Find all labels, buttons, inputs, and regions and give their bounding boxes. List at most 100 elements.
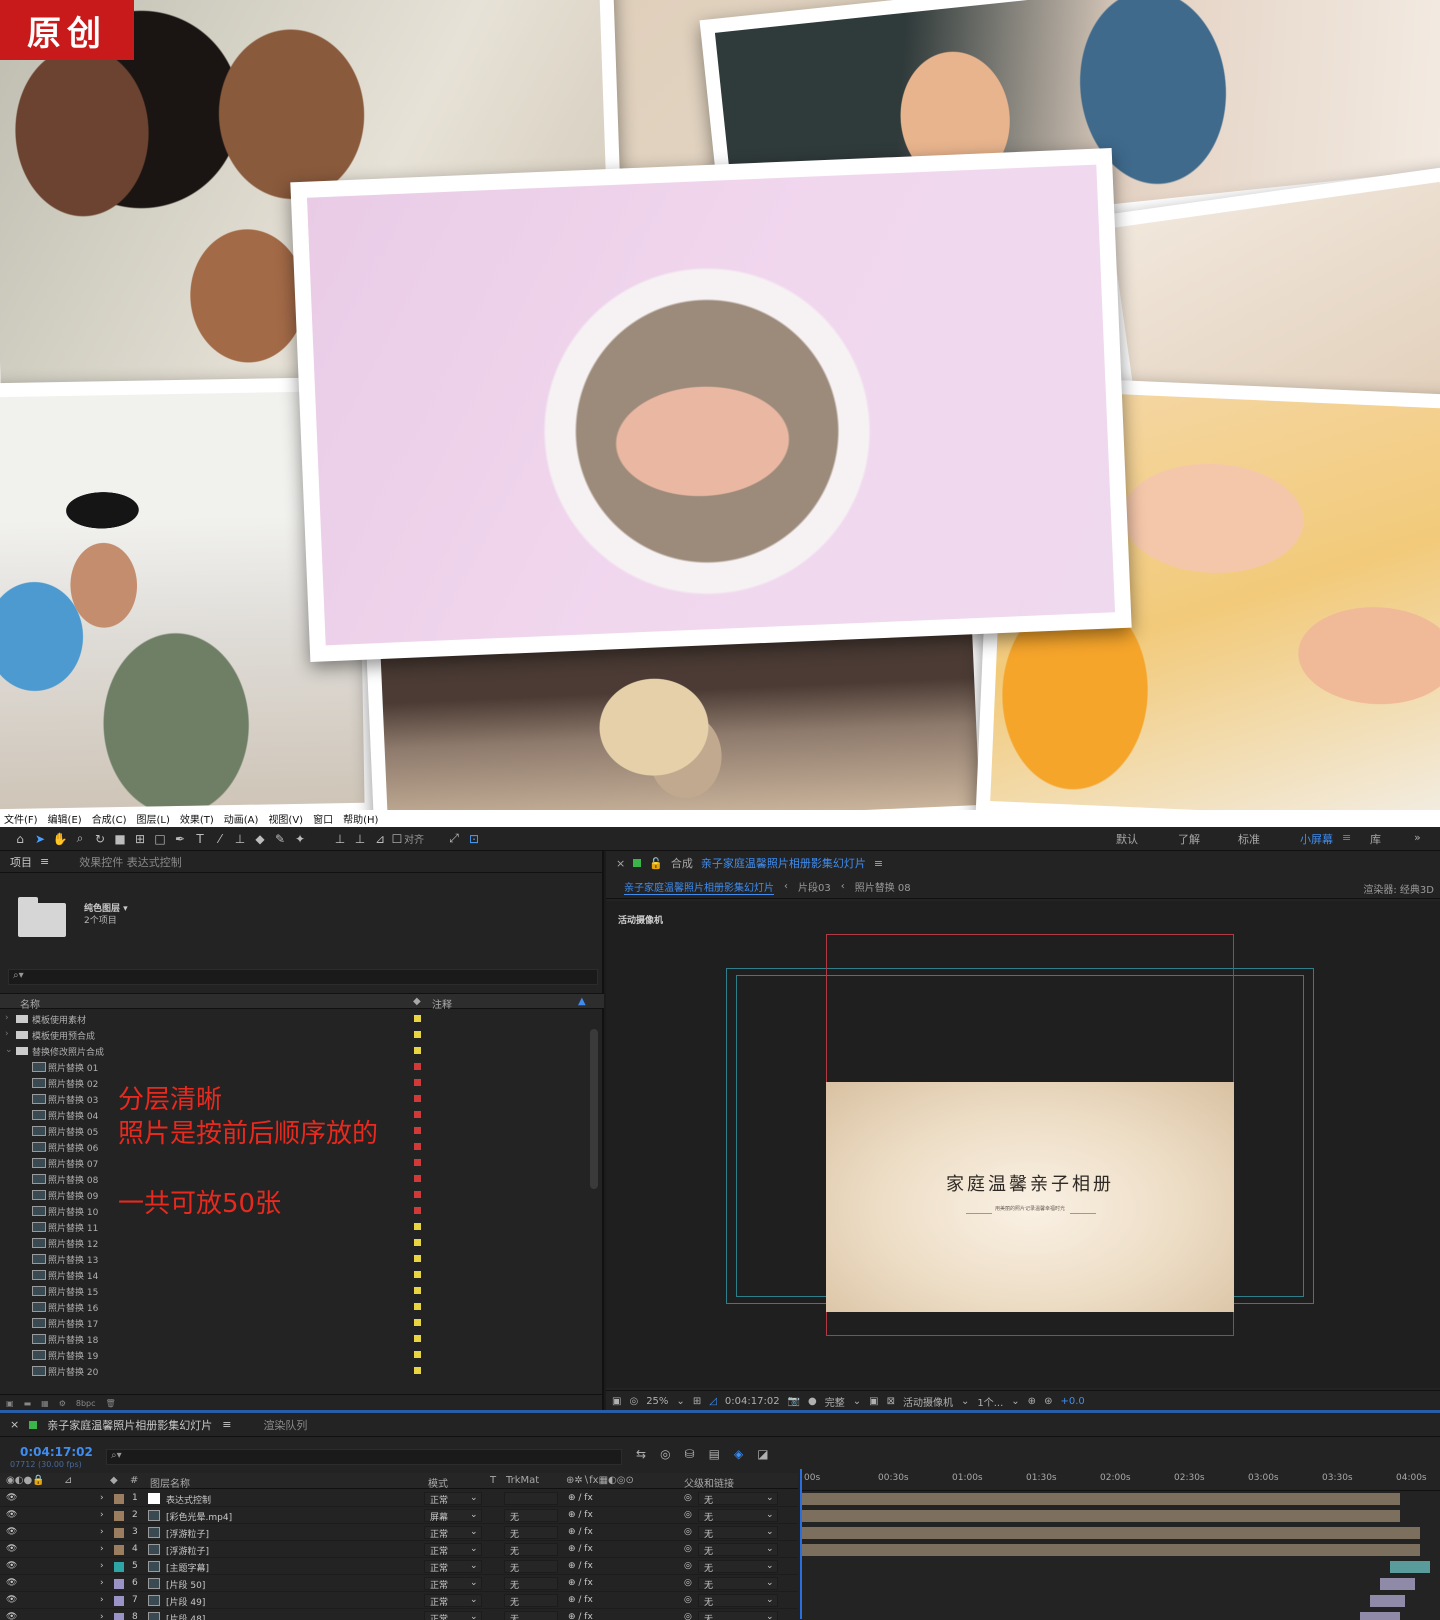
expand-arrow-icon[interactable]: › xyxy=(100,1561,104,1571)
snap-options-icon[interactable]: ⊡ xyxy=(464,830,484,848)
label-swatch[interactable] xyxy=(114,1545,124,1555)
menu-effect[interactable]: 效果(T) xyxy=(180,811,214,826)
table-row[interactable]: 👁 › 6 [片段 50] 正常 ⌄ 无 ⊕ ∕ fx ◎ 无 ⌄ xyxy=(0,1575,798,1592)
layer-duration-bar[interactable] xyxy=(1390,1561,1430,1573)
layer-duration-bar[interactable] xyxy=(1380,1578,1415,1590)
expand-arrow-icon[interactable]: › xyxy=(100,1527,104,1537)
layer-name[interactable]: 表达式控制 xyxy=(166,1493,211,1506)
workspace-default[interactable]: 默认 xyxy=(1116,831,1138,847)
project-settings-icon[interactable]: ⚙ xyxy=(59,1399,66,1408)
tab-effect-controls[interactable]: 效果控件 表达式控制 xyxy=(79,854,182,870)
brush-tool-icon[interactable]: ⁄ xyxy=(210,830,230,848)
zoom-select[interactable]: 25% xyxy=(646,1396,668,1407)
snap-icon[interactable]: ⤢ xyxy=(444,830,464,848)
layer-duration-bar[interactable] xyxy=(802,1510,1400,1522)
menu-view[interactable]: 视图(V) xyxy=(268,811,303,826)
eraser-tool-icon[interactable]: ◆ xyxy=(250,830,270,848)
time-ruler[interactable]: 00s 00:30s 01:00s 01:30s 02:00s 02:30s 03:00s 0… xyxy=(800,1469,1440,1491)
layer-name[interactable]: [浮游粒子] xyxy=(166,1544,209,1557)
layer-switches[interactable]: ⊕ ∕ fx xyxy=(568,1578,593,1588)
breadcrumb-clip-03[interactable]: 片段03 xyxy=(798,879,831,894)
column-name[interactable]: 名称 xyxy=(20,996,40,1011)
breadcrumb-photo-08[interactable]: 照片替换 08 xyxy=(855,879,911,894)
column-layer-name[interactable]: 图层名称 xyxy=(150,1475,190,1490)
exposure-value[interactable]: +0.0 xyxy=(1060,1396,1084,1407)
renderer-label[interactable]: 渲染器: 经典3D xyxy=(1363,881,1434,896)
pickwhip-icon[interactable]: ◎ xyxy=(684,1612,692,1620)
list-item[interactable]: 照片替换 14 xyxy=(0,1267,590,1283)
list-item[interactable]: 照片替换 01 xyxy=(0,1059,590,1075)
eye-icon[interactable]: 👁 xyxy=(6,1527,17,1537)
expand-arrow-icon[interactable]: › xyxy=(100,1544,104,1554)
current-time[interactable]: 0:04:17:02 xyxy=(725,1396,780,1407)
label-column-icon[interactable]: ◆ xyxy=(413,996,421,1007)
label-swatch[interactable] xyxy=(114,1511,124,1521)
list-item[interactable]: 照片替换 13 xyxy=(0,1251,590,1267)
view-layout-select[interactable]: 1个... xyxy=(977,1394,1003,1409)
shy-switch-icon[interactable]: ⊿ xyxy=(64,1475,72,1486)
list-item[interactable]: › 模板使用预合成 xyxy=(0,1027,590,1043)
table-row[interactable]: 👁 › 7 [片段 49] 正常 ⌄ 无 ⊕ ∕ fx ◎ 无 ⌄ xyxy=(0,1592,798,1609)
pickwhip-icon[interactable]: ◎ xyxy=(684,1561,692,1571)
pickwhip-icon[interactable]: ◎ xyxy=(684,1527,692,1537)
column-comment[interactable]: 注释 xyxy=(432,996,452,1011)
label-swatch[interactable] xyxy=(414,1047,421,1054)
shy-icon[interactable]: ⛁ xyxy=(685,1447,695,1461)
bit-depth-button[interactable]: 8bpc xyxy=(76,1399,96,1408)
flowchart-icon[interactable]: ⊕ xyxy=(1028,1396,1036,1407)
list-item[interactable]: 照片替换 02 xyxy=(0,1075,590,1091)
list-item[interactable]: 照片替换 03 xyxy=(0,1091,590,1107)
list-item[interactable]: 照片替换 21 xyxy=(0,1379,590,1381)
resolution-select[interactable]: 完整 xyxy=(825,1394,845,1409)
workspace-small-screen[interactable]: 小屏幕 xyxy=(1300,831,1333,847)
label-swatch[interactable] xyxy=(414,1367,421,1374)
label-swatch[interactable] xyxy=(414,1223,421,1230)
label-swatch[interactable] xyxy=(414,1287,421,1294)
draft-3d-icon[interactable]: ◎ xyxy=(660,1447,670,1461)
sort-icon[interactable]: ▲ xyxy=(578,996,586,1007)
menu-layer[interactable]: 图层(L) xyxy=(136,811,169,826)
list-item[interactable]: 照片替换 07 xyxy=(0,1155,590,1171)
list-item[interactable]: 照片替换 10 xyxy=(0,1203,590,1219)
close-icon[interactable]: × xyxy=(10,1418,19,1431)
channel-icon[interactable]: ● xyxy=(808,1396,817,1407)
label-swatch[interactable] xyxy=(414,1079,421,1086)
table-row[interactable]: 👁 › 1 表达式控制 正常 ⌄ ⊕ ∕ fx ◎ 无 ⌄ xyxy=(0,1490,798,1507)
menu-help[interactable]: 帮助(H) xyxy=(343,811,378,826)
table-row[interactable]: 👁 › 3 [浮游粒子] 正常 ⌄ 无 ⊕ ∕ fx ◎ 无 ⌄ xyxy=(0,1524,798,1541)
workspace-libraries[interactable]: 库 xyxy=(1370,831,1381,847)
lock-icon[interactable]: 🔓 xyxy=(649,857,663,870)
pan-behind-tool-icon[interactable]: ⊞ xyxy=(130,830,150,848)
align-checkbox[interactable]: ☐ xyxy=(390,830,404,848)
label-swatch[interactable] xyxy=(414,1127,421,1134)
list-item[interactable]: › 模板使用素材 xyxy=(0,1011,590,1027)
label-swatch[interactable] xyxy=(414,1159,421,1166)
label-swatch[interactable] xyxy=(114,1613,124,1620)
label-swatch[interactable] xyxy=(114,1494,124,1504)
label-swatch[interactable] xyxy=(414,1303,421,1310)
menu-edit[interactable]: 编辑(E) xyxy=(48,811,82,826)
label-swatch[interactable] xyxy=(414,1095,421,1102)
layer-name[interactable]: [片段 50] xyxy=(166,1578,205,1591)
pickwhip-icon[interactable]: ◎ xyxy=(684,1595,692,1605)
eye-icon[interactable]: 👁 xyxy=(6,1561,17,1571)
label-swatch[interactable] xyxy=(114,1562,124,1572)
new-composition-icon[interactable]: ▦ xyxy=(41,1399,49,1408)
list-item[interactable]: 照片替换 11 xyxy=(0,1219,590,1235)
column-parent[interactable]: 父级和链接 xyxy=(684,1475,734,1490)
label-swatch[interactable] xyxy=(414,1319,421,1326)
workspace-learn[interactable]: 了解 xyxy=(1178,831,1200,847)
menu-file[interactable]: 文件(F) xyxy=(4,811,38,826)
table-row[interactable]: 👁 › 5 [主题字幕] 正常 ⌄ 无 ⊕ ∕ fx ◎ 无 ⌄ xyxy=(0,1558,798,1575)
label-swatch[interactable] xyxy=(414,1255,421,1262)
close-icon[interactable]: × xyxy=(616,857,625,870)
view-axis-icon[interactable]: ⊿ xyxy=(370,830,390,848)
menu-composition[interactable]: 合成(C) xyxy=(92,811,127,826)
puppet-tool-icon[interactable]: ✦ xyxy=(290,830,310,848)
layer-name[interactable]: [片段 49] xyxy=(166,1595,205,1608)
timeline-menu-icon[interactable]: ≡ xyxy=(222,1418,231,1431)
region-of-interest-icon[interactable]: ▣ xyxy=(869,1396,878,1407)
project-scrollbar[interactable] xyxy=(590,1029,600,1389)
rotate-tool-icon[interactable]: ↻ xyxy=(90,830,110,848)
trkmat-select[interactable] xyxy=(504,1492,558,1505)
